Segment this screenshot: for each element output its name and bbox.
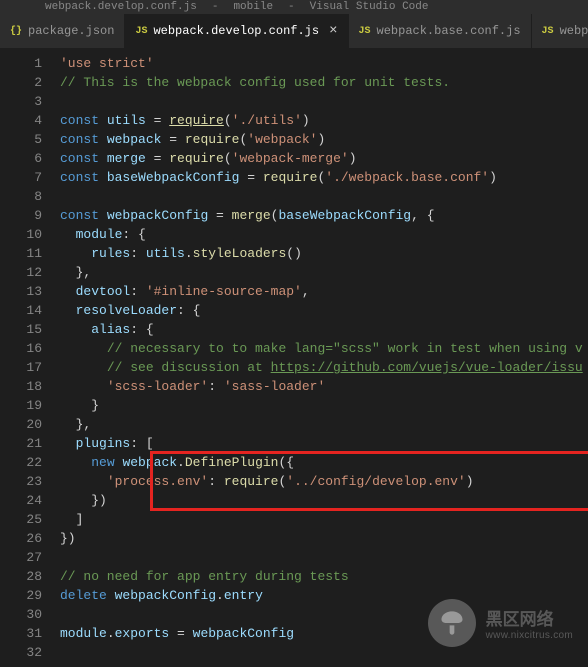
- code-line: 'use strict': [60, 54, 588, 73]
- code-line: const webpack = require('webpack'): [60, 130, 588, 149]
- code-line: // see discussion at https://github.com/…: [60, 358, 588, 377]
- js-icon: JS: [359, 26, 371, 37]
- line-number: 16: [0, 339, 42, 358]
- code-line: const utils = require('./utils'): [60, 111, 588, 130]
- line-number: 6: [0, 149, 42, 168]
- line-number: 14: [0, 301, 42, 320]
- line-number: 32: [0, 643, 42, 662]
- code-line: rules: utils.styleLoaders(): [60, 244, 588, 263]
- code-line: const merge = require('webpack-merge'): [60, 149, 588, 168]
- line-number: 20: [0, 415, 42, 434]
- line-number: 29: [0, 586, 42, 605]
- titlebar-sep2: -: [288, 1, 295, 13]
- code-line: devtool: '#inline-source-map',: [60, 282, 588, 301]
- line-number: 4: [0, 111, 42, 130]
- line-number-gutter: 1 2 3 4 5 6 7 8 9 10 11 12 13 14 15 16 1…: [0, 49, 60, 667]
- line-number: 21: [0, 434, 42, 453]
- line-number: 11: [0, 244, 42, 263]
- tab-webpack-base[interactable]: JS webpack.base.conf.js: [349, 14, 532, 48]
- line-number: 23: [0, 472, 42, 491]
- line-number: 30: [0, 605, 42, 624]
- code-content[interactable]: 'use strict' // This is the webpack conf…: [60, 49, 588, 667]
- tab-bar: {} package.json JS webpack.develop.conf.…: [0, 14, 588, 49]
- js-icon: JS: [542, 26, 554, 37]
- code-line: // This is the webpack config used for u…: [60, 73, 588, 92]
- code-line: 'scss-loader': 'sass-loader': [60, 377, 588, 396]
- code-line: plugins: [: [60, 434, 588, 453]
- watermark-title: 黑区网络: [486, 605, 573, 630]
- line-number: 8: [0, 187, 42, 206]
- tab-label: webpack.develop.conf.js: [153, 24, 319, 38]
- code-line: [60, 187, 588, 206]
- editor[interactable]: 1 2 3 4 5 6 7 8 9 10 11 12 13 14 15 16 1…: [0, 49, 588, 667]
- line-number: 19: [0, 396, 42, 415]
- watermark: 黑区网络 www.nixcitrus.com: [428, 599, 573, 647]
- code-line: const webpackConfig = merge(baseWebpackC…: [60, 206, 588, 225]
- code-line: module: {: [60, 225, 588, 244]
- code-line: resolveLoader: {: [60, 301, 588, 320]
- code-line: [60, 548, 588, 567]
- line-number: 25: [0, 510, 42, 529]
- code-line: 'process.env': require('../config/develo…: [60, 472, 588, 491]
- titlebar-project: mobile: [233, 1, 273, 13]
- json-icon: {}: [10, 26, 22, 37]
- line-number: 24: [0, 491, 42, 510]
- code-line: [60, 92, 588, 111]
- code-line: alias: {: [60, 320, 588, 339]
- tab-label: webpack.base.conf.js: [377, 24, 521, 38]
- mushroom-icon: [428, 599, 476, 647]
- line-number: 28: [0, 567, 42, 586]
- line-number: 3: [0, 92, 42, 111]
- titlebar: webpack.develop.conf.js - mobile - Visua…: [0, 0, 588, 14]
- tab-label: package.json: [28, 24, 114, 38]
- line-number: 26: [0, 529, 42, 548]
- line-number: 9: [0, 206, 42, 225]
- code-line: const baseWebpackConfig = require('./web…: [60, 168, 588, 187]
- tab-label: webp: [560, 24, 588, 38]
- line-number: 5: [0, 130, 42, 149]
- line-number: 15: [0, 320, 42, 339]
- code-line: new webpack.DefinePlugin({: [60, 453, 588, 472]
- watermark-text: 黑区网络 www.nixcitrus.com: [486, 605, 573, 641]
- line-number: 10: [0, 225, 42, 244]
- line-number: 7: [0, 168, 42, 187]
- code-line: ]: [60, 510, 588, 529]
- tab-package-json[interactable]: {} package.json: [0, 14, 125, 48]
- tab-webpack-develop[interactable]: JS webpack.develop.conf.js ×: [125, 14, 348, 48]
- js-icon: JS: [135, 26, 147, 37]
- titlebar-app: Visual Studio Code: [310, 1, 429, 13]
- line-number: 22: [0, 453, 42, 472]
- titlebar-filename: webpack.develop.conf.js: [45, 1, 197, 13]
- line-number: 17: [0, 358, 42, 377]
- code-line: // no need for app entry during tests: [60, 567, 588, 586]
- line-number: 27: [0, 548, 42, 567]
- line-number: 18: [0, 377, 42, 396]
- line-number: 12: [0, 263, 42, 282]
- code-line: },: [60, 263, 588, 282]
- line-number: 13: [0, 282, 42, 301]
- close-icon[interactable]: ×: [329, 23, 337, 39]
- code-line: },: [60, 415, 588, 434]
- code-line: // necessary to to make lang="scss" work…: [60, 339, 588, 358]
- line-number: 31: [0, 624, 42, 643]
- watermark-url: www.nixcitrus.com: [486, 630, 573, 641]
- code-line: }): [60, 529, 588, 548]
- code-line: }): [60, 491, 588, 510]
- titlebar-sep1: -: [212, 1, 219, 13]
- line-number: 2: [0, 73, 42, 92]
- tab-webp[interactable]: JS webp: [532, 14, 588, 48]
- line-number: 1: [0, 54, 42, 73]
- code-line: }: [60, 396, 588, 415]
